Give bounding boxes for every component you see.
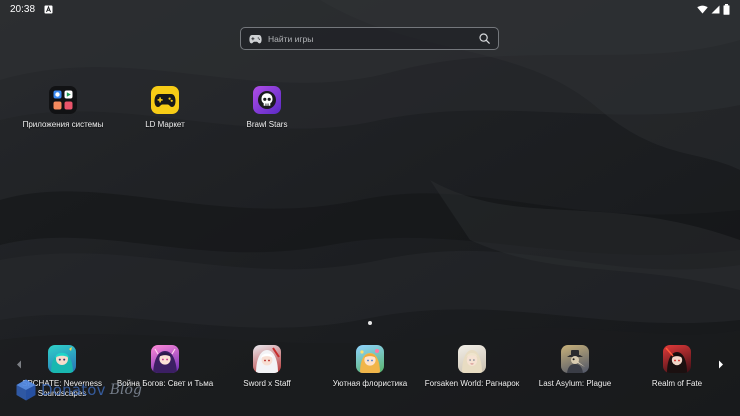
app-label: Forsaken World: Рагнарок [424,379,520,388]
app-label: Уютная флористика [332,379,408,388]
app-label: LD Маркет [145,120,185,129]
game-search-bar[interactable] [240,27,499,50]
status-indicators [697,3,730,15]
app-brawl-stars[interactable]: Brawl Stars [212,86,322,130]
gamepad-icon [249,34,262,43]
dock-app-4[interactable]: Уютная флористика [315,345,425,389]
chevron-right-icon [719,360,723,368]
page-indicator-dot [368,321,372,325]
search-icon[interactable] [479,33,490,44]
status-clock: 20:38 [10,3,36,15]
status-bar: 20:38 [0,0,740,18]
notification-icon [44,5,53,13]
chevron-left-icon [17,360,21,368]
system-apps-folder-icon [49,86,77,114]
brawl-stars-skull-icon [253,86,281,114]
game-anime-girl-purple-icon [151,345,179,373]
ld-market-gamepad-icon [151,86,179,114]
game-flower-girl-icon [356,345,384,373]
app-label: Приложения системы [22,120,104,129]
app-label: Война Богов: Свет и Тьма [116,379,214,388]
search-input[interactable] [268,33,479,44]
signal-icon [711,5,720,13]
dock-app-6[interactable]: Last Asylum: Plague [520,345,630,389]
battery-icon [723,3,730,15]
dock-app-5[interactable]: Forsaken World: Рагнарок [417,345,527,389]
app-label: Brawl Stars [246,120,288,129]
app-label: Sword x Staff [243,379,291,388]
dock-app-2[interactable]: Война Богов: Свет и Тьма [110,345,220,389]
dock-scroll-right-button[interactable] [714,357,728,371]
dock-scroll-left-button[interactable] [12,357,26,371]
app-label: SPCHATE: Neverness Soundscapes [22,379,102,398]
app-ld-market[interactable]: LD Маркет [110,86,220,130]
game-plague-doctor-icon [561,345,589,373]
game-white-hair-girl-icon [253,345,281,373]
game-anime-girl-teal-icon [48,345,76,373]
dock-app-1[interactable]: SPCHATE: Neverness Soundscapes [7,345,117,399]
wifi-icon [697,5,708,13]
game-elf-portrait-icon [458,345,486,373]
app-system-apps[interactable]: Приложения системы [8,86,118,130]
dock-app-3[interactable]: Sword x Staff [212,345,322,389]
app-label: Last Asylum: Plague [538,379,612,388]
app-label: Realm of Fate [651,379,703,388]
game-red-warrior-icon [663,345,691,373]
